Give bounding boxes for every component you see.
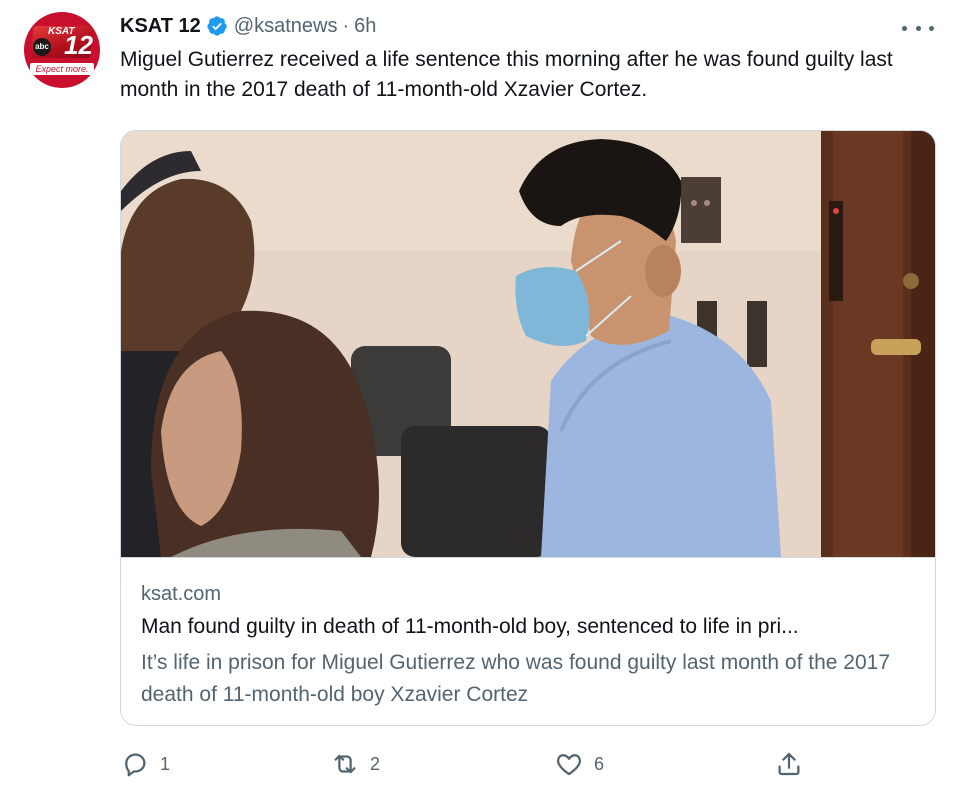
avatar[interactable]: KSAT 12 abc Expect more. [24, 12, 100, 88]
share-icon [778, 752, 800, 776]
tweet-actions: 1 2 6 [120, 744, 940, 784]
more-dot [915, 25, 921, 31]
verified-badge-icon [207, 16, 227, 36]
card-domain: ksat.com [141, 583, 222, 605]
card-divider [121, 557, 935, 558]
logo-network: abc [33, 38, 51, 56]
timestamp[interactable]: 6h [354, 15, 376, 38]
like-button[interactable]: 6 [554, 744, 604, 784]
more-dot [929, 25, 934, 31]
share-button[interactable] [774, 744, 804, 784]
more-icon[interactable] [902, 18, 934, 38]
link-card[interactable]: ksat.com Man found guilty in death of 11… [120, 130, 936, 726]
tweet-header: KSAT 12 @ksatnews · 6h [120, 12, 376, 40]
logo-tagline: Expect more. [30, 63, 94, 75]
separator: · [342, 14, 350, 37]
logo-number: 12 [64, 30, 93, 60]
reply-count: 1 [160, 753, 171, 774]
card-image[interactable] [121, 131, 935, 557]
reply-icon [125, 753, 146, 777]
card-title[interactable]: Man found guilty in death of 11-month-ol… [141, 615, 921, 639]
handle[interactable]: @ksatnews [234, 15, 338, 38]
more-dot [902, 25, 907, 31]
like-count: 6 [594, 753, 605, 774]
card-description: It’s life in prison for Miguel Gutierrez… [141, 651, 890, 706]
retweet-count: 2 [370, 753, 381, 774]
tweet-text: Miguel Gutierrez received a life sentenc… [120, 48, 893, 101]
like-icon [556, 754, 582, 776]
display-name[interactable]: KSAT 12 [120, 15, 201, 38]
retweet-button[interactable]: 2 [330, 744, 380, 784]
reply-button[interactable]: 1 [120, 744, 170, 784]
retweet-icon [334, 754, 356, 774]
